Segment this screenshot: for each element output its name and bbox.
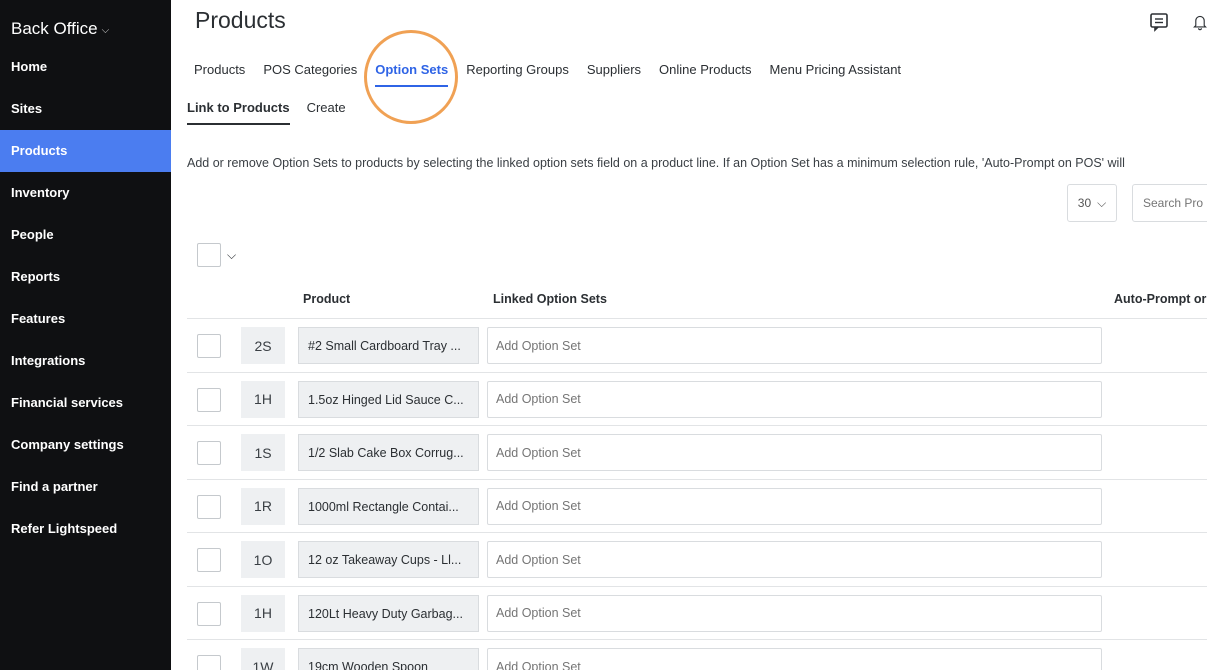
sidebar-item-products[interactable]: Products — [0, 130, 171, 172]
sidebar-item-financial-services[interactable]: Financial services — [0, 382, 171, 424]
tab-reporting-groups[interactable]: Reporting Groups — [466, 62, 569, 87]
product-name: 120Lt Heavy Duty Garbag... — [298, 594, 479, 632]
search-input[interactable] — [1132, 184, 1207, 222]
product-abbr: 1H — [241, 594, 285, 632]
product-name: #2 Small Cardboard Tray ... — [298, 327, 479, 364]
add-option-set-input[interactable] — [487, 434, 1102, 471]
sidebar-item-sites[interactable]: Sites — [0, 88, 171, 130]
add-option-set-input[interactable] — [487, 541, 1102, 578]
add-option-set-input[interactable] — [487, 327, 1102, 364]
subtabs: Link to Products Create — [187, 100, 346, 125]
bulk-select[interactable]: ⌵ — [197, 243, 236, 267]
product-abbr: 1W — [241, 648, 285, 670]
header-actions — [1147, 10, 1207, 34]
row-checkbox[interactable] — [197, 655, 221, 670]
add-option-set-input[interactable] — [487, 487, 1102, 525]
brand-menu[interactable]: Back Office ⌵ — [0, 0, 171, 46]
tab-option-sets[interactable]: Option Sets — [375, 62, 449, 87]
row-checkbox[interactable] — [197, 494, 221, 519]
add-option-set-input[interactable] — [487, 594, 1102, 632]
product-abbr: 1R — [241, 487, 285, 525]
main-content: Products Products POS Categories Option … — [171, 0, 1207, 670]
sidebar-item-reports[interactable]: Reports — [0, 256, 171, 298]
sidebar-item-inventory[interactable]: Inventory — [0, 172, 171, 214]
chevron-down-icon: ⌵ — [101, 25, 110, 36]
subtab-link-to-products[interactable]: Link to Products — [187, 100, 290, 125]
product-name: 1.5oz Hinged Lid Sauce C... — [298, 380, 479, 418]
table-row: 2S #2 Small Cardboard Tray ... — [187, 319, 1207, 373]
sidebar: Back Office ⌵ Home Sites Products Invent… — [0, 0, 171, 670]
bell-icon[interactable] — [1193, 10, 1207, 34]
product-tabs: Products POS Categories Option Sets Repo… — [194, 62, 901, 87]
chat-icon[interactable] — [1147, 10, 1171, 34]
product-abbr: 1S — [241, 434, 285, 471]
product-abbr: 2S — [241, 327, 285, 364]
tab-menu-pricing-assistant[interactable]: Menu Pricing Assistant — [770, 62, 902, 87]
table-row: 1H 120Lt Heavy Duty Garbag... — [187, 587, 1207, 640]
tab-pos-categories[interactable]: POS Categories — [263, 62, 357, 87]
column-header-linked-option-sets: Linked Option Sets — [493, 292, 607, 306]
row-checkbox[interactable] — [197, 601, 221, 626]
table-row: 1R 1000ml Rectangle Contai... — [187, 480, 1207, 533]
subtab-create[interactable]: Create — [307, 100, 346, 125]
product-name: 1/2 Slab Cake Box Corrug... — [298, 434, 479, 471]
select-all-checkbox[interactable] — [197, 243, 221, 267]
sidebar-item-integrations[interactable]: Integrations — [0, 340, 171, 382]
product-name: 19cm Wooden Spoon — [298, 648, 479, 670]
table-row: 1S 1/2 Slab Cake Box Corrug... — [187, 426, 1207, 480]
page-title: Products — [195, 7, 286, 33]
sidebar-item-features[interactable]: Features — [0, 298, 171, 340]
product-abbr: 1O — [241, 541, 285, 578]
add-option-set-input[interactable] — [487, 380, 1102, 418]
column-header-product: Product — [303, 292, 351, 306]
table-row: 1H 1.5oz Hinged Lid Sauce C... — [187, 373, 1207, 426]
chevron-down-icon: ⌵ — [1097, 195, 1107, 210]
row-checkbox[interactable] — [197, 387, 221, 412]
row-checkbox[interactable] — [197, 334, 221, 358]
table-row: 1W 19cm Wooden Spoon — [187, 640, 1207, 670]
tab-suppliers[interactable]: Suppliers — [587, 62, 641, 87]
product-name: 1000ml Rectangle Contai... — [298, 487, 479, 525]
product-abbr: 1H — [241, 380, 285, 418]
brand-label: Back Office — [11, 19, 98, 38]
tab-online-products[interactable]: Online Products — [659, 62, 752, 87]
sidebar-item-find-a-partner[interactable]: Find a partner — [0, 466, 171, 508]
tab-products[interactable]: Products — [194, 62, 245, 87]
sidebar-item-home[interactable]: Home — [0, 46, 171, 88]
sidebar-item-people[interactable]: People — [0, 214, 171, 256]
chevron-down-icon[interactable]: ⌵ — [227, 248, 236, 263]
table-header: Product Linked Option Sets Auto-Prompt o… — [187, 285, 1207, 319]
description-text: Add or remove Option Sets to products by… — [187, 156, 1125, 170]
sidebar-item-refer-lightspeed[interactable]: Refer Lightspeed — [0, 508, 171, 550]
product-name: 12 oz Takeaway Cups - Ll... — [298, 541, 479, 578]
per-page-value: 30 — [1077, 196, 1092, 210]
add-option-set-input[interactable] — [487, 648, 1102, 670]
sidebar-item-company-settings[interactable]: Company settings — [0, 424, 171, 466]
table-row: 1O 12 oz Takeaway Cups - Ll... — [187, 533, 1207, 587]
per-page-select[interactable]: 30 ⌵ — [1067, 184, 1117, 222]
row-checkbox[interactable] — [197, 441, 221, 465]
row-checkbox[interactable] — [197, 548, 221, 572]
column-header-auto-prompt: Auto-Prompt or — [1114, 292, 1207, 306]
